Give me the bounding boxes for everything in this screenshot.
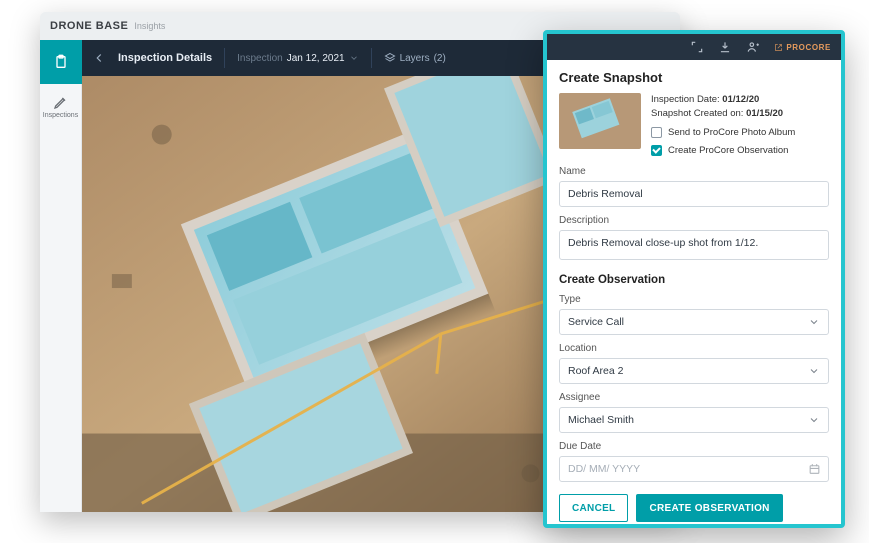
checkbox-icon	[651, 127, 662, 138]
clipboard-icon	[53, 54, 69, 70]
create-observation-button[interactable]: Create Observation	[636, 494, 782, 522]
layers-label: Layers	[400, 53, 430, 64]
chip-date: Jan 12, 2021	[287, 53, 345, 64]
snapshot-meta: Inspection Date: 01/12/20 Snapshot Creat…	[651, 93, 795, 158]
layers-chip[interactable]: Layers (2)	[384, 52, 446, 64]
cancel-button[interactable]: Cancel	[559, 494, 628, 522]
create-observation-checkbox[interactable]: Create ProCore Observation	[651, 144, 795, 158]
layers-count: (2)	[434, 53, 446, 64]
chevron-down-icon	[808, 414, 820, 426]
brand-name: DRONE BASE	[50, 20, 128, 32]
divider	[224, 48, 225, 68]
rail-item-label: Inspections	[43, 112, 78, 119]
back-button[interactable]	[92, 51, 106, 65]
snapshot-panel: PROCORE Create Snapshot In	[543, 30, 845, 528]
arrow-left-icon	[92, 51, 106, 65]
rail-item-dashboard[interactable]	[40, 40, 82, 84]
snapshot-thumbnail[interactable]	[559, 93, 641, 149]
type-select[interactable]: Service Call	[559, 309, 829, 335]
checkbox-checked-icon	[651, 145, 662, 156]
chevron-down-icon	[808, 316, 820, 328]
external-link-icon	[774, 43, 783, 52]
page-title: Inspection Details	[118, 52, 212, 64]
panel-title: Create Snapshot	[559, 70, 829, 85]
add-user-icon[interactable]	[746, 40, 760, 54]
layers-icon	[384, 52, 396, 64]
calendar-icon	[808, 463, 821, 476]
side-rail: Inspections	[40, 40, 82, 512]
expand-icon[interactable]	[690, 40, 704, 54]
divider	[371, 48, 372, 68]
chip-meta: Inspection	[237, 53, 283, 64]
location-select[interactable]: Roof Area 2	[559, 358, 829, 384]
pencil-icon	[53, 94, 69, 110]
description-label: Description	[559, 215, 829, 226]
inspection-date-chip[interactable]: Inspection Jan 12, 2021	[237, 53, 358, 64]
chevron-down-icon	[808, 365, 820, 377]
due-date-input[interactable]: DD/ MM/ YYYY	[559, 456, 829, 482]
assignee-select[interactable]: Michael Smith	[559, 407, 829, 433]
due-date-label: Due Date	[559, 441, 829, 452]
observation-section-title: Create Observation	[559, 274, 829, 286]
download-icon[interactable]	[718, 40, 732, 54]
procore-badge[interactable]: PROCORE	[774, 43, 831, 52]
rail-item-inspections[interactable]: Inspections	[40, 84, 82, 128]
assignee-label: Assignee	[559, 392, 829, 403]
brand-sub: Insights	[134, 21, 165, 31]
chevron-down-icon	[349, 53, 359, 63]
name-input[interactable]: Debris Removal	[559, 181, 829, 207]
location-label: Location	[559, 343, 829, 354]
panel-toolbar: PROCORE	[547, 34, 841, 60]
send-procore-checkbox[interactable]: Send to ProCore Photo Album	[651, 126, 795, 140]
name-label: Name	[559, 166, 829, 177]
description-input[interactable]: Debris Removal close-up shot from 1/12.	[559, 230, 829, 260]
type-label: Type	[559, 294, 829, 305]
